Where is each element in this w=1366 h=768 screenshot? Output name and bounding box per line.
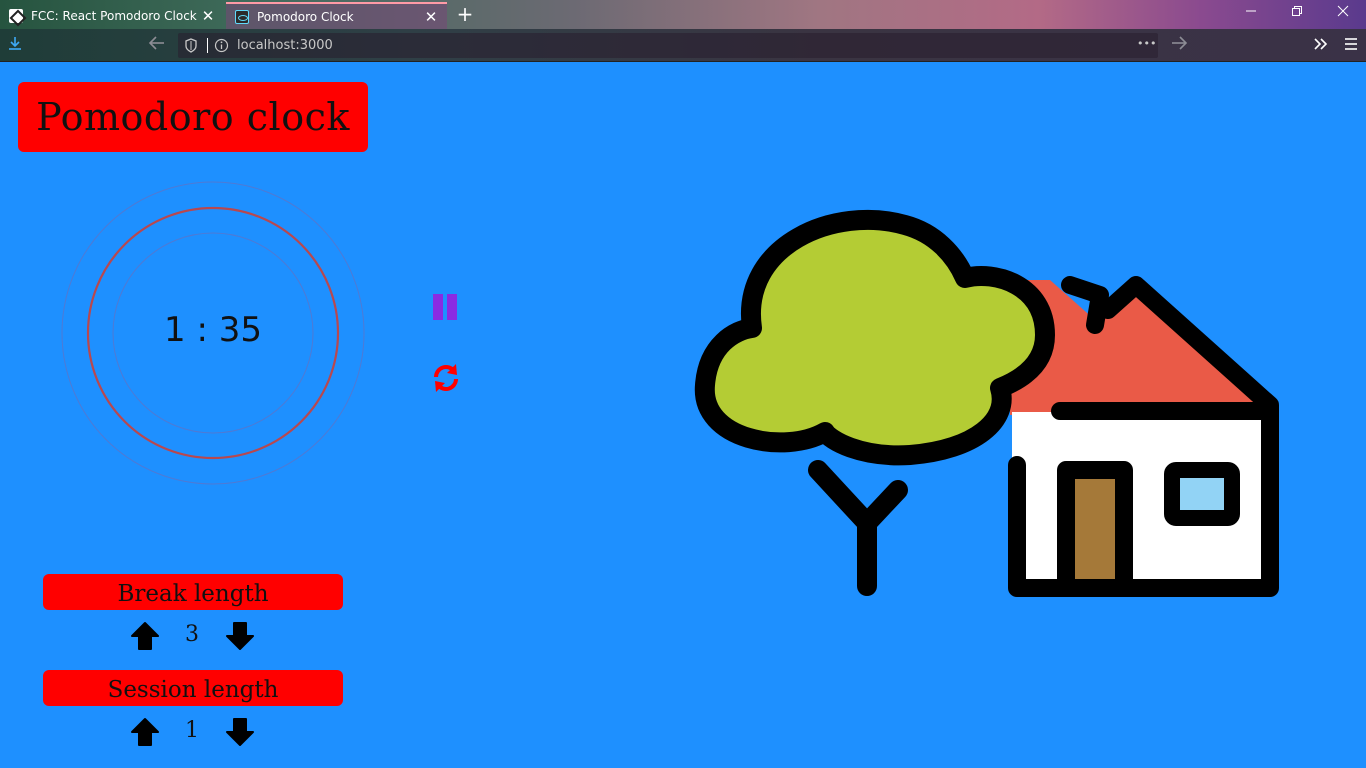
restore-icon [1292, 6, 1302, 16]
arrow-up-icon [131, 718, 159, 746]
minimize-window-button[interactable] [1238, 4, 1264, 24]
session-length-label: Session length [43, 670, 343, 706]
tree-icon [694, 209, 1055, 596]
arrow-up-icon [131, 622, 159, 650]
tab-title: FCC: React Pomodoro Clock [31, 8, 197, 23]
refresh-icon [434, 364, 458, 392]
react-favicon-icon [235, 9, 249, 24]
break-length-value: 3 [185, 622, 199, 647]
house-tree-illustration [694, 209, 1279, 597]
go-button[interactable] [1168, 35, 1190, 57]
session-decrement-button[interactable] [225, 717, 255, 747]
tab-title: Pomodoro Clock [257, 9, 354, 24]
hamburger-icon [1345, 38, 1357, 50]
browser-tab-bar: FCC: React Pomodoro Clock ✕ Pomodoro Clo… [0, 0, 1366, 29]
restore-window-button[interactable] [1284, 4, 1310, 24]
arrow-down-icon [226, 622, 254, 650]
time-left-display: 1 : 35 [164, 310, 262, 350]
browser-nav-bar: localhost:3000 ••• [0, 29, 1366, 62]
pause-icon [433, 294, 457, 320]
shield-icon [184, 38, 198, 57]
arrow-left-icon [148, 36, 164, 50]
session-length-value: 1 [185, 718, 199, 743]
url-separator [207, 38, 208, 53]
break-decrement-button[interactable] [225, 621, 255, 651]
url-text[interactable]: localhost:3000 [237, 33, 333, 58]
close-window-button[interactable] [1330, 4, 1356, 24]
pause-button[interactable] [431, 292, 461, 322]
arrow-down-icon [226, 718, 254, 746]
browser-tab-fcc[interactable]: FCC: React Pomodoro Clock ✕ [0, 2, 224, 29]
session-increment-button[interactable] [130, 717, 160, 747]
break-increment-button[interactable] [130, 621, 160, 651]
app-title: Pomodoro clock [18, 82, 368, 152]
overflow-menu-button[interactable] [1310, 35, 1332, 57]
reset-button[interactable] [430, 362, 462, 394]
new-tab-button[interactable]: + [454, 3, 476, 25]
minimize-icon [1246, 10, 1256, 12]
download-button[interactable] [4, 35, 26, 57]
break-length-label: Break length [43, 574, 343, 610]
hamburger-menu-button[interactable] [1340, 35, 1362, 57]
page-actions-icon[interactable]: ••• [1137, 33, 1156, 55]
url-bar[interactable]: localhost:3000 ••• [178, 33, 1158, 58]
download-icon [9, 37, 21, 50]
close-icon [1337, 5, 1349, 17]
codepen-favicon-icon [9, 8, 23, 23]
info-icon[interactable] [214, 38, 229, 57]
close-tab-icon[interactable]: ✕ [421, 8, 441, 26]
double-chevron-icon [1314, 38, 1328, 50]
close-tab-icon[interactable]: ✕ [198, 7, 218, 25]
browser-tab-pomodoro[interactable]: Pomodoro Clock ✕ [226, 2, 447, 29]
back-button[interactable] [146, 35, 168, 57]
arrow-right-icon [1172, 36, 1188, 50]
